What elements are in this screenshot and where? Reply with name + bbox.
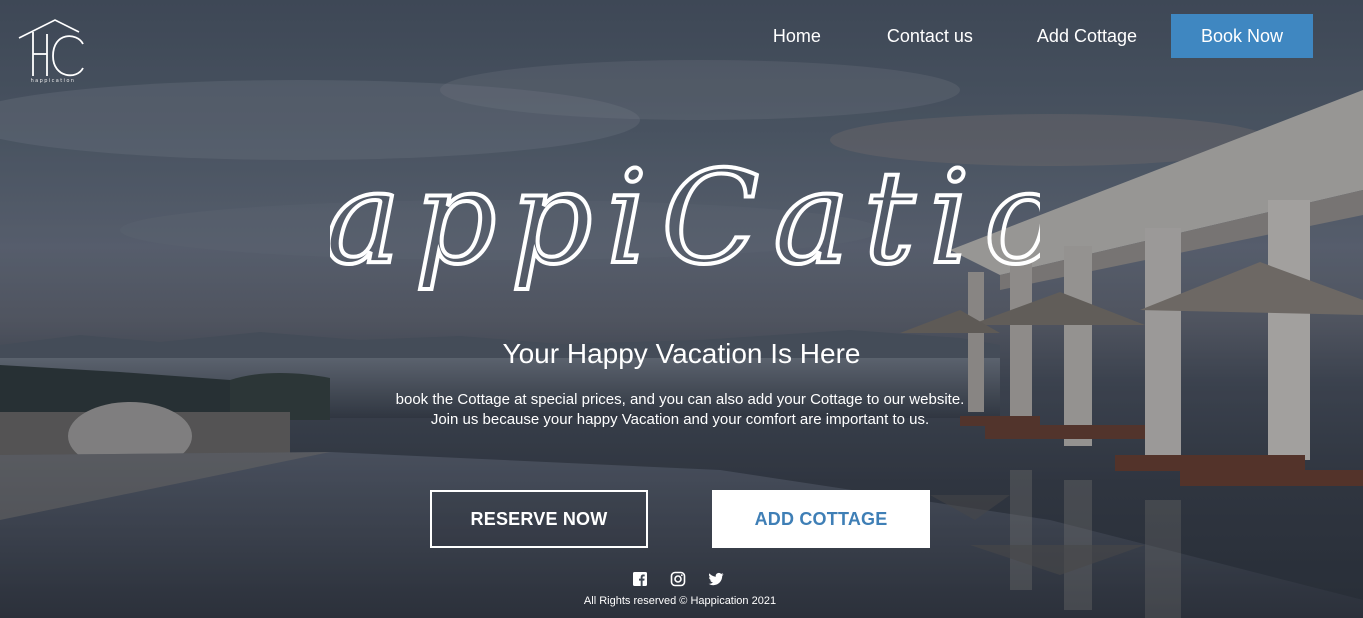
hero-description-line1: book the Cottage at special prices, and … <box>395 391 965 408</box>
hero-tagline: Your Happy Vacation Is Here <box>502 338 861 369</box>
logo-text: happication <box>30 78 76 84</box>
brand-title-text: HappiCation <box>330 144 1040 293</box>
hero-description-line2: Join us because your happy Vacation and … <box>430 411 930 428</box>
nav-add-cottage-link[interactable]: Add Cottage <box>1037 14 1137 58</box>
logo-mark-icon <box>18 19 84 77</box>
main-nav: Home Contact us Add Cottage Book Now <box>773 14 1313 58</box>
facebook-icon[interactable] <box>632 571 648 587</box>
book-now-button[interactable]: Book Now <box>1171 14 1313 58</box>
instagram-icon[interactable] <box>670 571 686 587</box>
hero-description: book the Cottage at special prices, and … <box>0 390 1360 430</box>
social-links <box>632 571 746 587</box>
nav-contact-link[interactable]: Contact us <box>887 14 973 58</box>
copyright-text: All Rights reserved © Happication 2021 <box>583 595 777 607</box>
add-cottage-button[interactable]: ADD COTTAGE <box>712 490 930 548</box>
reserve-now-button[interactable]: RESERVE NOW <box>430 490 648 548</box>
hero-section: happication Home Contact us Add Cottage … <box>0 0 1363 618</box>
logo[interactable] <box>17 18 89 86</box>
brand-title: HappiCation <box>330 142 1040 295</box>
twitter-icon[interactable] <box>708 571 724 587</box>
nav-home-link[interactable]: Home <box>773 14 821 58</box>
